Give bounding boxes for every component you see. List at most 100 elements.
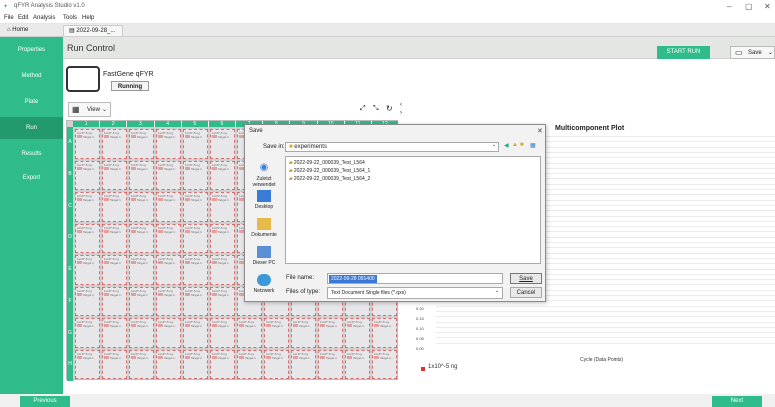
sidebar-item-method[interactable]: Method	[0, 65, 63, 87]
next-button[interactable]: Next	[712, 396, 762, 407]
close-icon[interactable]: ✕	[764, 2, 771, 11]
plate-well[interactable]: 1x10^-5 ngTarget 1	[102, 192, 127, 222]
list-item[interactable]: ▰2022-09-22_000039_Test_L564_2	[289, 176, 370, 182]
plate-well[interactable]: 1x10^-5 ngTarget 1	[183, 129, 208, 159]
tab-experiment[interactable]: ▤ 2022-09-28_... ✕	[63, 25, 123, 45]
plate-well[interactable]: 1x10^-5 ngTarget 1	[129, 349, 154, 379]
tab-home[interactable]: ⌂ Home	[2, 25, 60, 36]
plate-well[interactable]: 1x10^-5 ngTarget 1	[210, 318, 235, 348]
plate-well[interactable]: 1x10^-5 ngTarget 1	[210, 255, 235, 285]
plate-well[interactable]: 1x10^-5 ngTarget 1	[210, 349, 235, 379]
menu-edit[interactable]: Edit	[18, 15, 28, 21]
plate-well[interactable]: 1x10^-5 ngTarget 1	[129, 255, 154, 285]
plate-well[interactable]: 1x10^-5 ngTarget 1	[156, 223, 181, 253]
plate-well[interactable]: 1x10^-5 ngTarget 1	[156, 349, 181, 379]
refresh-icon[interactable]: ↻	[386, 104, 393, 113]
plate-well[interactable]: 1x10^-5 ngTarget 1	[129, 286, 154, 316]
plate-well[interactable]: 1x10^-5 ngTarget 1	[183, 255, 208, 285]
plate-well[interactable]: 1x10^-5 ngTarget 1	[75, 129, 100, 159]
list-item[interactable]: ▰2022-09-22_000039_Test_L564_1	[289, 168, 370, 174]
place-this-pc[interactable]: Dieser PC	[247, 246, 281, 266]
save-in-select[interactable]: ■ experiments	[285, 142, 499, 152]
plate-well[interactable]: 1x10^-5 ngTarget 1	[210, 286, 235, 316]
place-recent[interactable]: ◉ Zuletzt verwendet	[247, 162, 281, 188]
plate-well[interactable]: 1x10^-5 ngTarget 1	[156, 286, 181, 316]
plate-well[interactable]: 1x10^-5 ngTarget 1	[129, 129, 154, 159]
minimize-icon[interactable]: –	[727, 2, 731, 11]
plate-well[interactable]: 1x10^-5 ngTarget 1	[183, 286, 208, 316]
chevron-right-icon[interactable]: ›	[400, 110, 402, 116]
plate-well[interactable]: 1x10^-5 ngTarget 1	[237, 349, 262, 379]
view-menu-icon[interactable]: ▦	[530, 142, 536, 149]
plate-well[interactable]: 1x10^-5 ngTarget 1	[102, 286, 127, 316]
chevron-down-icon[interactable]: ⌄	[495, 288, 499, 294]
plate-well[interactable]: 1x10^-5 ngTarget 1	[291, 349, 316, 379]
menu-analysis[interactable]: Analysis	[33, 15, 55, 21]
previous-button[interactable]: Previous	[20, 396, 70, 407]
plate-well[interactable]: 1x10^-5 ngTarget 1	[372, 318, 397, 348]
back-icon[interactable]: ◀	[504, 142, 509, 149]
plate-well[interactable]: 1x10^-5 ngTarget 1	[102, 255, 127, 285]
plate-well[interactable]: 1x10^-5 ngTarget 1	[75, 192, 100, 222]
save-button[interactable]: ▭ Save ⌄	[730, 46, 775, 59]
maximize-icon[interactable]: ▢	[745, 2, 753, 11]
plate-well[interactable]: 1x10^-5 ngTarget 1	[129, 160, 154, 190]
sidebar-item-properties[interactable]: Properties	[0, 39, 63, 61]
plate-well[interactable]: 1x10^-5 ngTarget 1	[318, 349, 343, 379]
place-network[interactable]: Netzwerk	[247, 274, 281, 294]
file-type-select[interactable]: Text Document Single files (*.qxs)	[327, 287, 503, 299]
plate-well[interactable]: 1x10^-5 ngTarget 1	[156, 129, 181, 159]
plate-well[interactable]: 1x10^-5 ngTarget 1	[345, 349, 370, 379]
plate-well[interactable]: 1x10^-5 ngTarget 1	[183, 160, 208, 190]
plate-well[interactable]: 1x10^-5 ngTarget 1	[156, 192, 181, 222]
plate-well[interactable]: 1x10^-5 ngTarget 1	[129, 318, 154, 348]
plate-well[interactable]: 1x10^-5 ngTarget 1	[75, 349, 100, 379]
chevron-down-icon[interactable]: ⌄	[492, 142, 496, 148]
plate-well[interactable]: 1x10^-5 ngTarget 1	[75, 286, 100, 316]
sidebar-item-results[interactable]: Results	[0, 143, 63, 165]
file-name-input[interactable]: 2022-09-28 091400	[327, 273, 503, 284]
plate-well[interactable]: 1x10^-5 ngTarget 1	[372, 349, 397, 379]
start-run-button[interactable]: START RUN	[657, 46, 710, 59]
plate-well[interactable]: 1x10^-5 ngTarget 1	[237, 318, 262, 348]
plate-well[interactable]: 1x10^-5 ngTarget 1	[102, 129, 127, 159]
list-item[interactable]: ▰2022-09-22_000039_Test_L564	[289, 160, 365, 166]
up-folder-icon[interactable]: ▲	[512, 142, 518, 148]
menu-help[interactable]: Help	[82, 15, 94, 21]
plate-well[interactable]: 1x10^-5 ngTarget 1	[318, 318, 343, 348]
plate-well[interactable]: 1x10^-5 ngTarget 1	[183, 192, 208, 222]
plate-well[interactable]: 1x10^-5 ngTarget 1	[156, 160, 181, 190]
new-folder-icon[interactable]: ■	[520, 142, 524, 148]
expand-icon[interactable]: ⤢	[360, 105, 366, 113]
plate-well[interactable]: 1x10^-5 ngTarget 1	[345, 318, 370, 348]
plate-well[interactable]: 1x10^-5 ngTarget 1	[210, 192, 235, 222]
plate-well[interactable]: 1x10^-5 ngTarget 1	[129, 192, 154, 222]
dialog-close-icon[interactable]: ✕	[537, 127, 543, 135]
plate-well[interactable]: 1x10^-5 ngTarget 1	[156, 255, 181, 285]
plate-well[interactable]: 1x10^-5 ngTarget 1	[291, 318, 316, 348]
plate-well[interactable]: 1x10^-5 ngTarget 1	[75, 223, 100, 253]
plate-well[interactable]: 1x10^-5 ngTarget 1	[102, 160, 127, 190]
sidebar-item-plate[interactable]: Plate	[0, 91, 63, 113]
plate-well[interactable]: 1x10^-5 ngTarget 1	[210, 160, 235, 190]
menu-tools[interactable]: Tools	[63, 15, 77, 21]
dialog-save-button[interactable]: Save	[510, 273, 542, 284]
place-documents[interactable]: Dokumente	[247, 218, 281, 238]
plate-well[interactable]: 1x10^-5 ngTarget 1	[183, 318, 208, 348]
plate-well[interactable]: 1x10^-5 ngTarget 1	[156, 318, 181, 348]
plate-well[interactable]: 1x10^-5 ngTarget 1	[102, 349, 127, 379]
chevron-down-icon[interactable]: ⌄	[768, 49, 773, 56]
plate-well[interactable]: 1x10^-5 ngTarget 1	[264, 318, 289, 348]
plate-well[interactable]: 1x10^-5 ngTarget 1	[75, 318, 100, 348]
plate-well[interactable]: 1x10^-5 ngTarget 1	[210, 129, 235, 159]
dialog-cancel-button[interactable]: Cancel	[510, 287, 542, 298]
plate-well[interactable]: 1x10^-5 ngTarget 1	[102, 318, 127, 348]
sidebar-item-run[interactable]: Run	[0, 117, 63, 139]
plate-well[interactable]: 1x10^-5 ngTarget 1	[210, 223, 235, 253]
plate-well[interactable]: 1x10^-5 ngTarget 1	[75, 255, 100, 285]
plate-well[interactable]: 1x10^-5 ngTarget 1	[183, 349, 208, 379]
menu-file[interactable]: File	[4, 15, 14, 21]
place-desktop[interactable]: Desktop	[247, 190, 281, 210]
plate-well[interactable]: 1x10^-5 ngTarget 1	[264, 349, 289, 379]
collapse-icon[interactable]: ⤡	[373, 105, 379, 113]
